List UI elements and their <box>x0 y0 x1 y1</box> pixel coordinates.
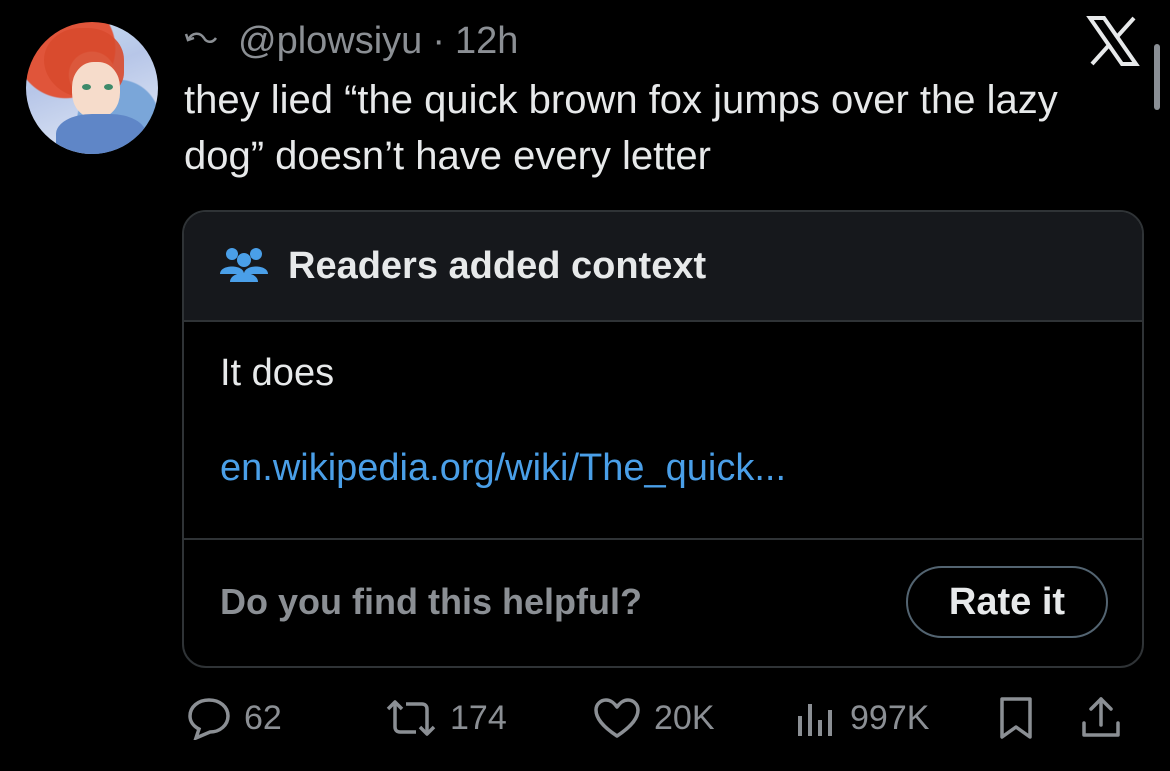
note-source-link[interactable]: en.wikipedia.org/wiki/The_quick... <box>220 447 1106 490</box>
x-logo-icon <box>1086 14 1140 68</box>
community-icon <box>218 244 270 289</box>
note-footer: Do you find this helpful? Rate it <box>184 540 1142 664</box>
author-handle[interactable]: @plowsiyu <box>238 20 422 63</box>
views-button[interactable]: 997K <box>794 690 929 746</box>
repost-count: 174 <box>450 698 507 737</box>
reply-count: 62 <box>244 698 282 737</box>
reply-arrow-icon <box>184 26 228 56</box>
like-count: 20K <box>654 698 715 737</box>
share-icon <box>1078 695 1124 741</box>
helpful-question: Do you find this helpful? <box>220 581 642 622</box>
tweet-header: @plowsiyu · 12h <box>184 18 518 64</box>
tweet-time[interactable]: 12h <box>455 20 518 63</box>
avatar-clothing <box>56 114 146 154</box>
share-button[interactable] <box>1078 690 1124 746</box>
views-icon <box>794 696 838 740</box>
bookmark-icon <box>996 695 1036 741</box>
avatar-eye <box>104 84 113 90</box>
like-button[interactable]: 20K <box>592 690 715 746</box>
note-header: Readers added context <box>184 212 1142 322</box>
repost-button[interactable]: 174 <box>384 690 507 746</box>
reply-icon <box>186 696 232 740</box>
tweet-actions: 62 174 20K 997K <box>186 690 1146 746</box>
avatar-face <box>72 62 120 118</box>
reply-button[interactable]: 62 <box>186 690 282 746</box>
tweet-text: they lied “the quick brown fox jumps ove… <box>184 78 1058 178</box>
avatar[interactable] <box>26 22 158 154</box>
scrollbar[interactable] <box>1154 44 1160 110</box>
avatar-eye <box>82 84 91 90</box>
separator-dot: · <box>432 19 445 62</box>
repost-icon <box>384 697 438 739</box>
views-count: 997K <box>850 698 930 737</box>
rate-it-button[interactable]: Rate it <box>906 566 1108 638</box>
like-icon <box>592 696 642 740</box>
bookmark-button[interactable] <box>996 690 1036 746</box>
community-note-card: Readers added context It does en.wikiped… <box>182 210 1144 668</box>
note-title: Readers added context <box>288 244 707 287</box>
note-body: It does en.wikipedia.org/wiki/The_quick.… <box>184 322 1142 540</box>
note-text: It does <box>220 352 335 394</box>
